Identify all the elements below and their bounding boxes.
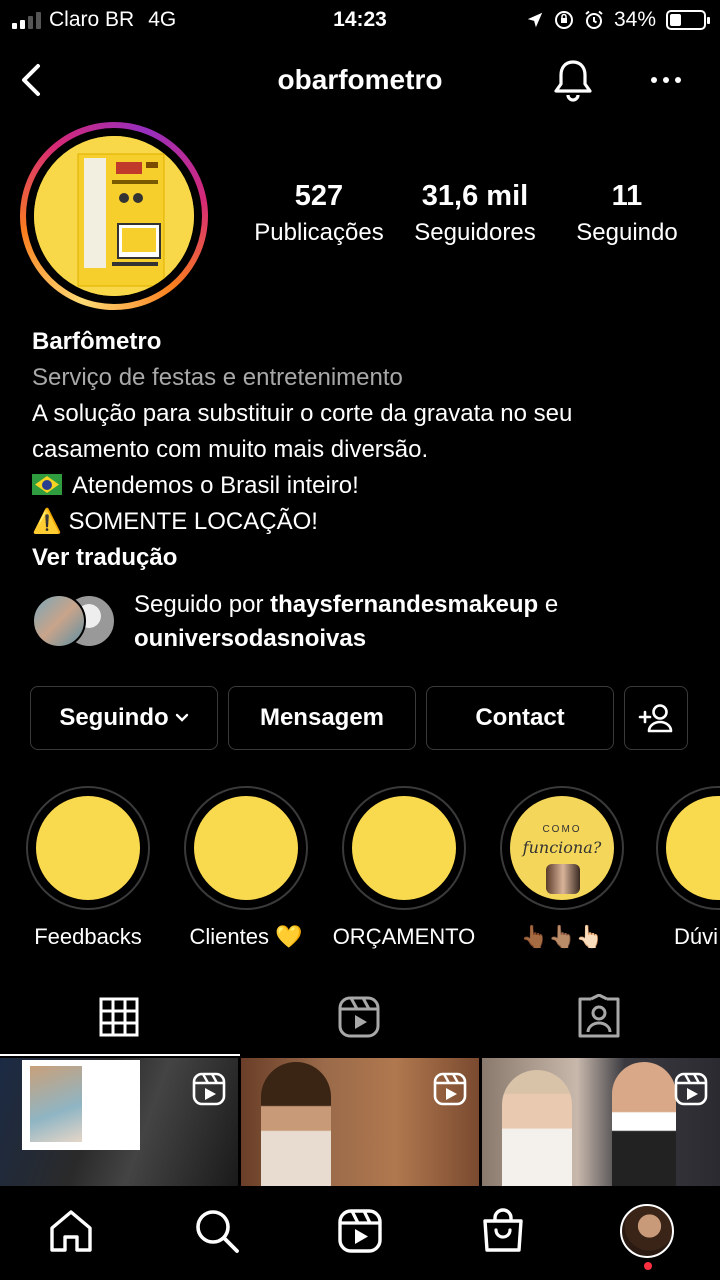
add-person-icon: [638, 704, 673, 733]
highlight-label: Clientes 💛: [189, 924, 303, 949]
search-icon[interactable]: [192, 1206, 242, 1256]
tagged-person-icon[interactable]: [576, 994, 622, 1040]
followed-by-user[interactable]: ouniversodasnoivas: [134, 625, 366, 652]
highlight-cover-script: funciona?: [522, 838, 602, 857]
profile-avatar[interactable]: [620, 1204, 674, 1258]
message-button-label: Mensagem: [259, 704, 385, 731]
post-preview-person: [261, 1062, 331, 1186]
story-highlight[interactable]: ORÇAMENTO: [333, 786, 475, 950]
reels-icon[interactable]: [336, 994, 382, 1040]
active-tab-indicator: [0, 1054, 240, 1056]
rotation-lock-icon: [554, 11, 573, 29]
stat-posts-count: 527: [294, 180, 344, 212]
suggest-users-button[interactable]: [624, 686, 688, 750]
grid-icon[interactable]: [96, 994, 142, 1040]
see-translation-link[interactable]: Ver tradução: [32, 540, 692, 576]
story-highlight[interactable]: Feedbacks: [26, 786, 150, 950]
stat-followers-label: Seguidores: [414, 219, 536, 246]
following-button[interactable]: Seguindo: [30, 686, 218, 750]
stat-following[interactable]: 11 Seguindo: [558, 180, 696, 247]
bio-line: casamento com muito mais diversão.: [32, 436, 429, 463]
profile-bio: Barfômetro Serviço de festas e entreteni…: [32, 324, 692, 576]
story-highlight[interactable]: Dúvi: [656, 786, 720, 950]
profile-category: Serviço de festas e entretenimento: [32, 364, 403, 391]
contact-button-label: Contact: [475, 704, 565, 731]
stat-posts-label: Publicações: [254, 219, 384, 246]
contact-button[interactable]: Contact: [426, 686, 614, 750]
shop-icon[interactable]: [478, 1206, 528, 1256]
follower-avatar: [32, 594, 86, 648]
bio-line: ⚠️ SOMENTE LOCAÇÃO!: [32, 508, 318, 535]
highlight-cover: [36, 796, 140, 900]
stat-followers-count: 31,6 mil: [421, 180, 529, 212]
highlight-label: Dúvi: [674, 924, 719, 949]
story-highlight[interactable]: Clientes 💛: [184, 786, 308, 950]
following-button-label: Seguindo: [59, 704, 169, 731]
bio-line: A solução para substituir o corte da gra…: [32, 400, 573, 427]
followed-by-prefix: Seguido por: [134, 591, 264, 618]
profile-tabs: [0, 990, 720, 1056]
reel-badge-icon: [674, 1072, 708, 1106]
stat-following-count: 11: [611, 180, 643, 212]
highlight-cover: [194, 796, 298, 900]
profile-display-name: Barfômetro: [32, 328, 162, 355]
reel-badge-icon: [192, 1072, 226, 1106]
battery-icon: [666, 10, 710, 30]
posts-grid: [0, 1058, 720, 1186]
followed-by[interactable]: Seguido por thaysfernandesmakeup e ouniv…: [32, 588, 692, 654]
location-icon: [527, 12, 543, 28]
battery-percent: 34%: [613, 8, 656, 31]
reels-icon[interactable]: [335, 1206, 385, 1256]
post-thumbnail[interactable]: [241, 1058, 479, 1186]
story-highlight[interactable]: COMO funciona? 👆🏾👆🏽👆🏻: [500, 786, 624, 950]
post-thumbnail[interactable]: [0, 1058, 238, 1186]
post-preview-groom: [612, 1062, 676, 1186]
profile-stats: 527 Publicações 31,6 mil Seguidores 11 S…: [240, 180, 710, 260]
highlight-label: Feedbacks: [34, 924, 142, 949]
post-thumbnail[interactable]: [482, 1058, 720, 1186]
highlight-label: 👆🏾👆🏽👆🏻: [520, 924, 604, 949]
profile-picture: [34, 136, 194, 296]
bio-line: Atendemos o Brasil inteiro!: [72, 472, 359, 499]
highlight-cover: COMO funciona?: [510, 796, 614, 900]
highlight-cover: [666, 796, 720, 900]
post-preview-photo: [30, 1066, 82, 1142]
stat-posts[interactable]: 527 Publicações: [244, 180, 394, 247]
status-bar: Claro BR 4G 14:23 34%: [0, 0, 720, 40]
message-button[interactable]: Mensagem: [228, 686, 416, 750]
profile-avatar-story-ring[interactable]: [20, 122, 208, 310]
bottom-nav: [0, 1188, 720, 1280]
home-icon[interactable]: [46, 1206, 96, 1256]
followed-by-user[interactable]: thaysfernandesmakeup: [270, 591, 538, 618]
brazil-flag-icon: [32, 474, 62, 495]
highlight-cover: [352, 796, 456, 900]
bell-icon[interactable]: [552, 58, 594, 102]
alarm-icon: [585, 10, 603, 29]
post-preview-bride: [502, 1070, 572, 1186]
chevron-down-icon: [175, 713, 188, 722]
reel-badge-icon: [433, 1072, 467, 1106]
profile-header: obarfometro: [0, 50, 720, 110]
notification-dot: [644, 1262, 652, 1270]
highlight-cover-text: COMO: [542, 824, 582, 835]
more-dots-icon[interactable]: [646, 70, 686, 90]
couple-photo: [546, 864, 580, 894]
profile-username: obarfometro: [277, 64, 443, 95]
stat-following-label: Seguindo: [576, 219, 678, 246]
stat-followers[interactable]: 31,6 mil Seguidores: [400, 180, 550, 247]
highlight-label: ORÇAMENTO: [332, 924, 476, 949]
followed-by-joiner: e: [544, 591, 559, 618]
